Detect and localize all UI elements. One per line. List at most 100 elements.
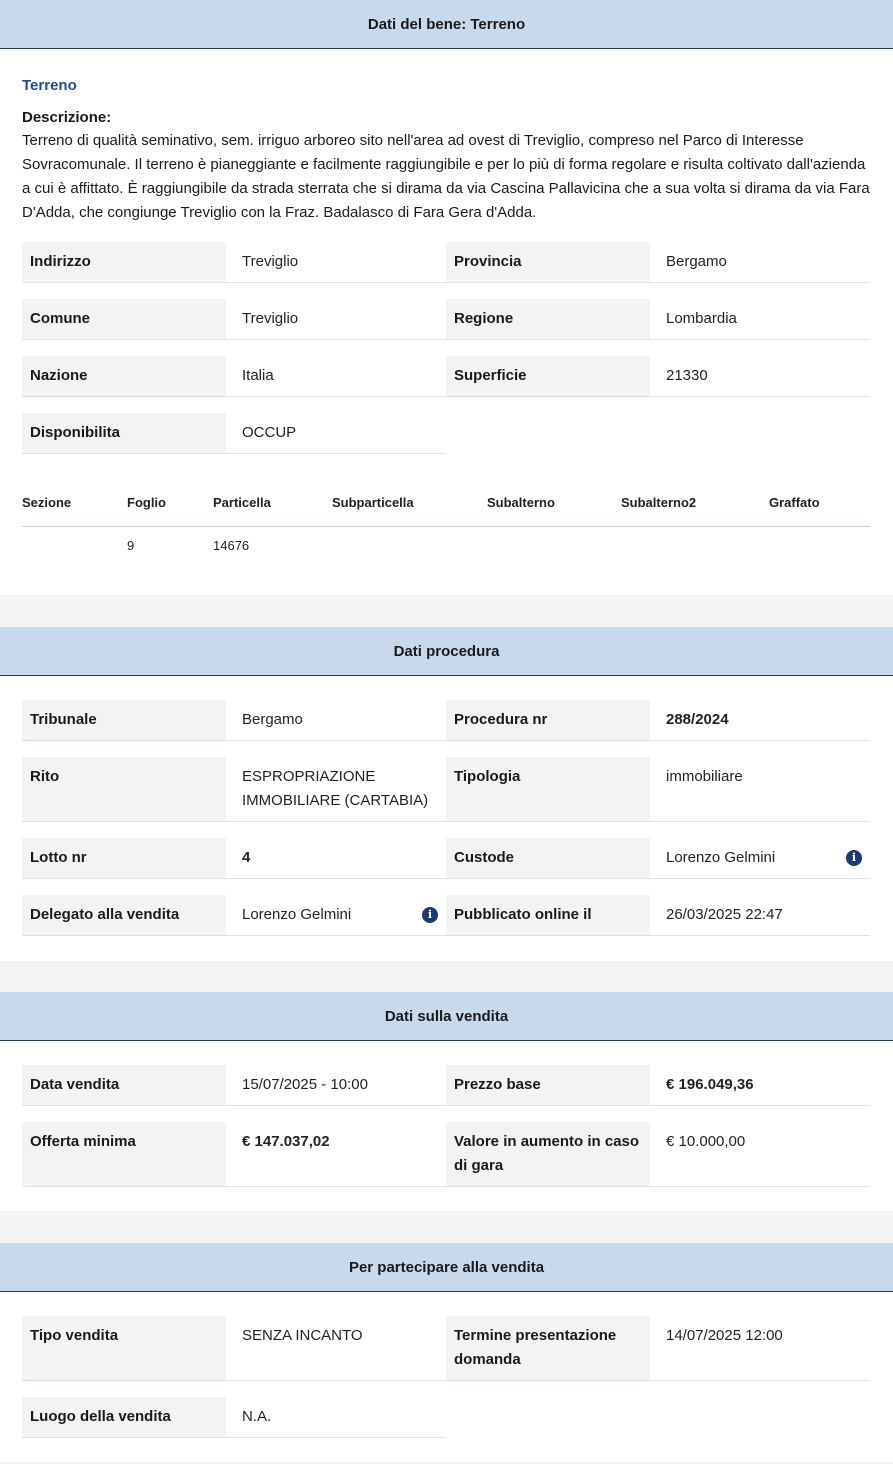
table-header-sezione: Sezione [22,495,72,510]
divider [22,935,446,936]
custode-label: Custode [446,838,650,878]
description-line: Terreno di qualità seminativo, sem. irri… [22,132,804,149]
prezzo-base-value: € 196.049,36 [666,1076,754,1093]
offerta-minima-label: Offerta minima [22,1122,226,1186]
data-vendita-value: 15/07/2025 - 10:00 [242,1076,368,1093]
vendita-panel: Data vendita 15/07/2025 - 10:00 Prezzo b… [0,1041,893,1211]
description-text: Terreno di qualità seminativo, sem. irri… [22,129,882,225]
prezzo-base-label: Prezzo base [446,1065,650,1105]
tribunale-label: Tribunale [22,700,226,740]
nazione-label: Nazione [22,356,226,396]
vendita-section-header: Dati sulla vendita [0,992,893,1041]
delegato-value: Lorenzo Gelmini [242,906,352,923]
divider [446,821,870,822]
regione-value: Lombardia [666,310,737,327]
table-header-subalterno: Subalterno [487,495,555,510]
table-cell-foglio: 9 [127,538,135,553]
tipo-vendita-value: SENZA INCANTO [242,1327,363,1344]
divider [22,878,446,879]
luogo-vendita-label: Luogo della vendita [22,1397,226,1437]
nazione-value: Italia [242,367,274,384]
description-label: Descrizione: [22,109,112,126]
table-header-particella: Particella [213,495,271,510]
disponibilita-label: Disponibilita [22,413,226,453]
partecipare-panel: Tipo vendita SENZA INCANTO Termine prese… [0,1292,893,1462]
procedura-nr-label: Procedura nr [446,700,650,740]
divider [22,339,446,340]
procedura-section-header: Dati procedura [0,627,893,676]
divider [446,1186,870,1187]
bene-title: Terreno [22,77,77,94]
table-header-subparticella: Subparticella [332,495,414,510]
procedura-section-title: Dati procedura [393,642,500,660]
regione-label: Regione [446,299,650,339]
superficie-value: 21330 [666,367,708,384]
divider [22,821,446,822]
custode-value: Lorenzo Gelmini [666,849,776,866]
luogo-vendita-value: N.A. [242,1408,272,1425]
description-line: D'Adda, che congiunge Treviglio con la F… [22,204,537,221]
procedura-panel: Tribunale Bergamo Procedura nr 288/2024 … [0,676,893,961]
termine-label-line: Termine presentazione [454,1327,617,1344]
lotto-label: Lotto nr [22,838,226,878]
divider [22,453,446,454]
description-line: a cui è affittato. È raggiungibile da st… [22,180,870,197]
pubblicato-label: Pubblicato online il [446,895,650,935]
divider [446,878,870,879]
comune-label: Comune [22,299,226,339]
divider [446,1105,870,1106]
partecipare-section-title: Per partecipare alla vendita [348,1258,545,1276]
superficie-label: Superficie [446,356,650,396]
indirizzo-value: Treviglio [242,253,299,270]
divider [446,282,870,283]
divider [22,1186,446,1187]
delegato-info-icon[interactable]: i [422,907,438,923]
disponibilita-value: OCCUP [242,424,297,441]
offerta-minima-value: € 147.037,02 [242,1133,330,1150]
termine-label: Termine presentazione domanda [446,1316,650,1380]
valore-aumento-value: € 10.000,00 [666,1133,746,1150]
table-header-divider [22,526,870,527]
divider [22,1437,446,1438]
tribunale-value: Bergamo [242,711,303,728]
termine-value: 14/07/2025 12:00 [666,1327,783,1344]
tipologia-value: immobiliare [666,768,743,785]
divider [446,339,870,340]
custode-info-icon[interactable]: i [846,850,862,866]
table-header-foglio: Foglio [127,495,166,510]
termine-label-line: domanda [454,1351,521,1368]
description-line: Sovracomunale. Il terreno è pianeggiante… [22,156,866,173]
tipologia-label: Tipologia [446,757,650,821]
provincia-label: Provincia [446,242,650,282]
provincia-value: Bergamo [666,253,727,270]
bene-panel: Terreno Descrizione: Terreno di qualità … [0,49,893,595]
divider [446,935,870,936]
rito-value-line: IMMOBILIARE (CARTABIA) [242,792,429,809]
divider [446,1380,870,1381]
table-header-graffato: Graffato [769,495,820,510]
divider [446,396,870,397]
divider [22,396,446,397]
divider [22,1105,446,1106]
divider [446,740,870,741]
lotto-value: 4 [242,849,251,866]
valore-aumento-label: Valore in aumento in caso di gara [446,1122,650,1186]
divider [22,282,446,283]
procedura-nr-value: 288/2024 [666,711,729,728]
table-header-subalterno2: Subalterno2 [621,495,697,510]
pubblicato-value: 26/03/2025 22:47 [666,906,783,923]
vendita-section-title: Dati sulla vendita [384,1007,509,1025]
rito-value-line: ESPROPRIAZIONE [242,768,376,785]
bene-section-header: Dati del bene: Terreno [0,0,893,49]
divider [22,740,446,741]
bene-section-title: Dati del bene: Terreno [367,15,526,33]
valore-aumento-label-line: di gara [454,1157,504,1174]
valore-aumento-label-line: Valore in aumento in caso [454,1133,640,1150]
rito-label: Rito [22,757,226,821]
rito-value: ESPROPRIAZIONE IMMOBILIARE (CARTABIA) [242,765,428,813]
partecipare-section-header: Per partecipare alla vendita [0,1243,893,1292]
table-cell-particella: 14676 [213,538,250,553]
tipo-vendita-label: Tipo vendita [22,1316,226,1380]
divider [22,1380,446,1381]
data-vendita-label: Data vendita [22,1065,226,1105]
